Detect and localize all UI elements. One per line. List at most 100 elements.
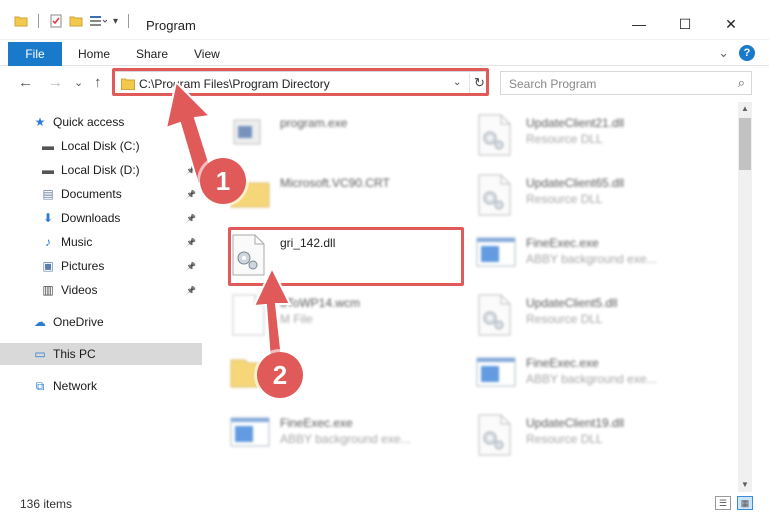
sidebar-item-this-pc[interactable]: ▭ This PC bbox=[0, 343, 202, 365]
sidebar-item-local-disk-d[interactable]: ▬ Local Disk (D:) 📌 bbox=[0, 159, 202, 181]
pin-icon: 📌 bbox=[186, 141, 196, 151]
drive-icon: ▬ bbox=[42, 139, 54, 153]
sidebar-item-local-disk-c[interactable]: ▬ Local Disk (C:) 📌 bbox=[0, 135, 202, 157]
status-bar: 136 items ☰ ▦ bbox=[0, 492, 769, 527]
drive-icon: ▬ bbox=[42, 163, 54, 177]
sidebar-item-music[interactable]: ♪ Music 📌 bbox=[0, 231, 202, 253]
file-description: Resource DLL bbox=[526, 432, 603, 446]
tab-view[interactable]: View bbox=[194, 47, 220, 61]
pin-icon: 📌 bbox=[186, 261, 196, 271]
file-item[interactable]: FineExec.exe ABBY background exe... bbox=[230, 408, 468, 466]
file-name: UpdateClient65.dll bbox=[526, 176, 625, 190]
view-options-icon[interactable] bbox=[89, 14, 107, 28]
toolbar-separator bbox=[38, 14, 39, 28]
dll-icon bbox=[476, 174, 516, 218]
file-name: UpdateClient21.dll bbox=[526, 116, 625, 130]
large-icons-view-icon[interactable]: ▦ bbox=[737, 496, 753, 510]
vertical-scrollbar[interactable]: ▲ ▼ bbox=[738, 102, 752, 492]
file-name: FineExec.exe bbox=[280, 416, 353, 430]
minimize-button[interactable]: — bbox=[616, 12, 662, 36]
pin-icon: 📌 bbox=[186, 213, 196, 223]
file-item[interactable]: UpdateClient21.dll Resource DLL bbox=[476, 108, 714, 166]
callout-1: 1 bbox=[200, 158, 246, 204]
details-view-icon[interactable]: ☰ bbox=[715, 496, 731, 510]
search-placeholder: Search Program bbox=[509, 77, 597, 91]
file-item[interactable]: Microsoft.VC90.CRT bbox=[230, 168, 468, 226]
forward-button[interactable]: → bbox=[48, 74, 63, 91]
file-item[interactable]: UpdateClient65.dll Resource DLL bbox=[476, 168, 714, 226]
back-button[interactable]: ← bbox=[18, 74, 33, 91]
sidebar-item-pictures[interactable]: ▣ Pictures 📌 bbox=[0, 255, 202, 277]
file-item[interactable]: FineExec.exe ABBY background exe... bbox=[476, 348, 714, 406]
up-button[interactable]: ↑ bbox=[94, 74, 102, 91]
close-button[interactable]: ✕ bbox=[708, 12, 754, 36]
scroll-up-icon[interactable]: ▲ bbox=[741, 104, 749, 113]
file-item[interactable]: dToWP14.wcm M File bbox=[230, 288, 468, 346]
file-name: program.exe bbox=[280, 116, 348, 130]
file-item[interactable]: program.exe bbox=[230, 108, 468, 166]
music-icon: ♪ bbox=[45, 235, 51, 249]
file-description: ABBY background exe... bbox=[526, 372, 657, 386]
properties-icon[interactable] bbox=[49, 14, 63, 28]
scrollbar-thumb[interactable] bbox=[739, 118, 751, 170]
new-folder-icon[interactable] bbox=[69, 14, 83, 28]
file-list: program.exe UpdateClient21.dll Resource DL… bbox=[206, 102, 738, 487]
sidebar-item-videos[interactable]: ▥ Videos 📌 bbox=[0, 279, 202, 301]
pin-icon: 📌 bbox=[186, 237, 196, 247]
sidebar-item-documents[interactable]: ▤ Documents 📌 bbox=[0, 183, 202, 205]
documents-icon: ▤ bbox=[42, 187, 54, 201]
maximize-button[interactable]: ☐ bbox=[662, 12, 708, 36]
sidebar-item-label: Music bbox=[61, 235, 93, 249]
window-icon bbox=[476, 234, 516, 278]
dll-icon bbox=[476, 414, 516, 458]
close-icon: ✕ bbox=[725, 15, 737, 32]
file-description: ABBY background exe... bbox=[526, 252, 657, 266]
help-icon[interactable]: ? bbox=[739, 45, 755, 61]
file-item[interactable]: UpdateClient19.dll Resource DLL bbox=[476, 408, 714, 466]
pictures-icon: ▣ bbox=[42, 259, 54, 273]
file-description: Resource DLL bbox=[526, 192, 603, 206]
sidebar-item-quick-access[interactable]: ★ Quick access bbox=[0, 111, 202, 133]
tab-file[interactable]: File bbox=[8, 42, 62, 66]
file-name: FineExec.exe bbox=[526, 356, 599, 370]
tab-share[interactable]: Share bbox=[136, 47, 168, 61]
pin-icon: 📌 bbox=[186, 189, 196, 199]
file-description: Resource DLL bbox=[526, 132, 603, 146]
file-name: UpdateClient5.dll bbox=[526, 296, 618, 310]
sidebar-item-downloads[interactable]: ⬇ Downloads 📌 bbox=[0, 207, 202, 229]
computer-icon: ▭ bbox=[34, 347, 46, 361]
search-icon: ⌕ bbox=[737, 75, 745, 90]
dll-icon bbox=[476, 114, 516, 158]
file-name: dToWP14.wcm bbox=[280, 296, 361, 310]
customize-toolbar-icon[interactable]: ▾ bbox=[113, 16, 118, 27]
search-input[interactable]: Search Program ⌕ bbox=[500, 71, 752, 95]
expand-ribbon-icon[interactable]: ⌄ bbox=[718, 45, 729, 61]
pin-icon: 📌 bbox=[186, 165, 196, 175]
sidebar-item-label: Local Disk (C:) bbox=[61, 139, 140, 153]
network-icon: ⧉ bbox=[35, 378, 45, 393]
pin-icon: 📌 bbox=[186, 285, 196, 295]
sidebar-item-network[interactable]: ⧉ Network bbox=[0, 375, 202, 397]
sidebar-item-label: Documents bbox=[61, 187, 122, 201]
sidebar-item-label: This PC bbox=[53, 347, 96, 361]
folder-icon bbox=[14, 16, 28, 27]
file-highlight-box bbox=[228, 227, 464, 286]
window-title: Program bbox=[146, 18, 196, 33]
sidebar-item-label: Network bbox=[53, 379, 98, 393]
file-icon bbox=[230, 294, 270, 338]
file-description: ABBY background exe... bbox=[280, 432, 411, 446]
sidebar-item-onedrive[interactable]: ☁ OneDrive bbox=[0, 311, 202, 333]
address-highlight-box bbox=[112, 68, 489, 96]
item-count: 136 items bbox=[20, 497, 73, 511]
sidebar-item-label: Videos bbox=[61, 283, 98, 297]
recent-locations-button[interactable]: ⌄ bbox=[74, 76, 83, 89]
download-icon: ⬇ bbox=[42, 211, 54, 225]
tab-home[interactable]: Home bbox=[78, 47, 110, 61]
window-icon bbox=[476, 354, 516, 398]
callout-2: 2 bbox=[257, 352, 303, 398]
file-item[interactable]: UpdateClient5.dll Resource DLL bbox=[476, 288, 714, 346]
scroll-down-icon[interactable]: ▼ bbox=[741, 480, 749, 489]
window-icon bbox=[230, 414, 270, 458]
cloud-icon: ☁ bbox=[34, 315, 46, 329]
file-item[interactable]: FineExec.exe ABBY background exe... bbox=[476, 228, 714, 286]
